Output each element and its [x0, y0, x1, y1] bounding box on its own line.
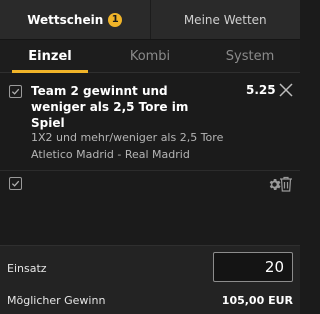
tab-meine-wetten-label: Meine Wetten	[183, 12, 267, 27]
top-tab-bar: Wettschein 1 Meine Wetten	[0, 0, 300, 40]
potential-win-label: Möglicher Gewinn	[7, 294, 106, 307]
bet-select-checkbox[interactable]	[9, 85, 22, 98]
tab-wettschein-label: Wettschein	[27, 12, 104, 27]
stake-input[interactable]	[213, 252, 293, 282]
bet-title: Team 2 gewinnt und weniger als 2,5 Tore …	[31, 84, 189, 130]
bet-type-tabs: Einzel Kombi System	[0, 40, 300, 73]
tab-system[interactable]: System	[200, 40, 300, 72]
tab-kombi[interactable]: Kombi	[100, 40, 200, 72]
tab-meine-wetten[interactable]: Meine Wetten	[149, 0, 301, 39]
select-all-checkbox[interactable]	[9, 177, 22, 190]
bet-count-badge: 1	[108, 12, 123, 27]
stake-panel: Einsatz Möglicher Gewinn 105,00 EUR	[0, 245, 300, 314]
close-icon[interactable]	[279, 83, 293, 97]
bet-odds: 5.25	[246, 83, 276, 97]
tab-einzel[interactable]: Einzel	[0, 40, 100, 73]
bet-market: 1X2 und mehr/weniger als 2,5 Tore	[31, 131, 224, 144]
check-icon	[11, 180, 20, 187]
bet-actions-row	[0, 171, 300, 201]
bet-event: Atletico Madrid - Real Madrid	[31, 148, 190, 161]
potential-win-value: 105,00 EUR	[221, 294, 293, 307]
stake-label: Einsatz	[7, 262, 47, 275]
tab-wettschein[interactable]: Wettschein 1	[0, 0, 150, 39]
bet-selection-card: Team 2 gewinnt und weniger als 2,5 Tore …	[0, 74, 300, 170]
trash-icon[interactable]	[279, 176, 293, 192]
check-icon	[11, 88, 20, 95]
